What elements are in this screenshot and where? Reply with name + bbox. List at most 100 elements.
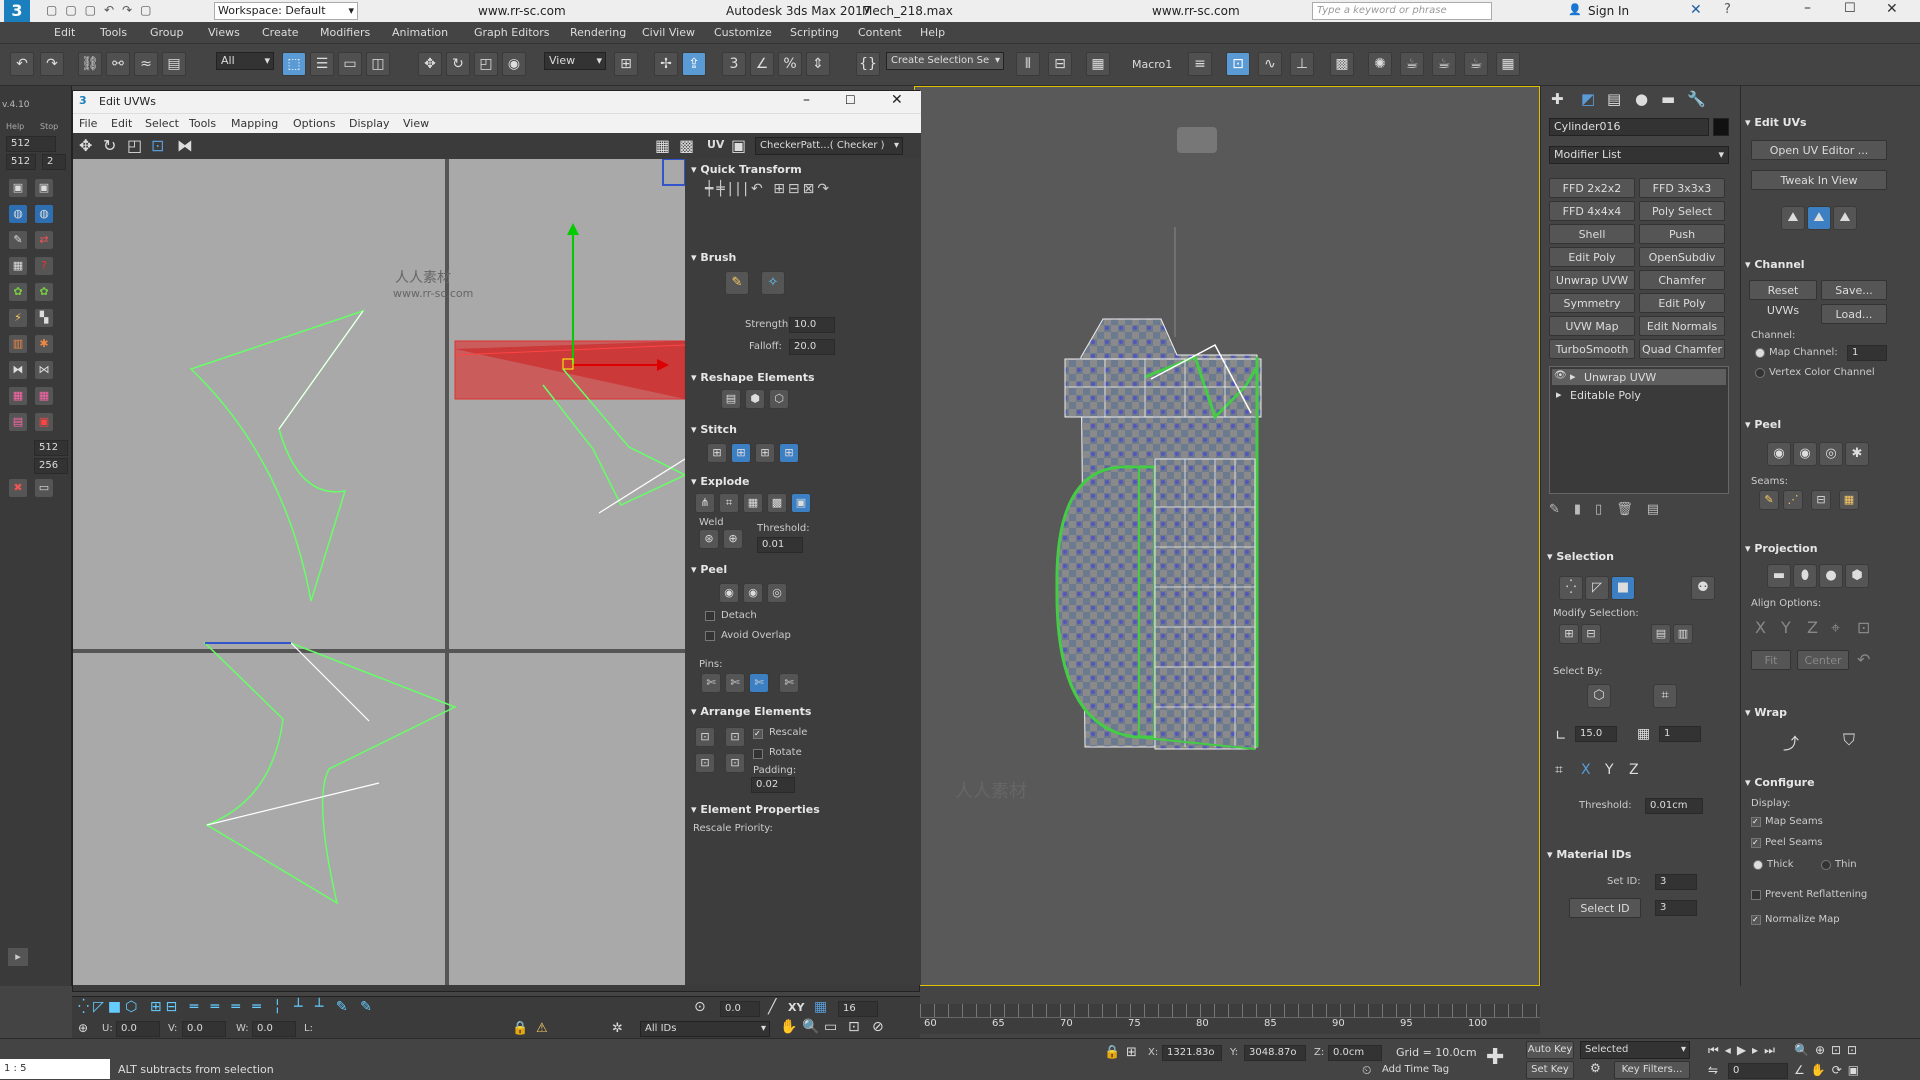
select-element-icon[interactable]: ⚉: [1691, 576, 1715, 600]
edit-named-selection-icon[interactable]: {}: [856, 52, 880, 76]
material-ids-rollout[interactable]: ▾ Material IDs: [1547, 848, 1631, 861]
texel-field[interactable]: 512: [34, 440, 68, 456]
x-axis-icon[interactable]: X: [1581, 762, 1591, 778]
uv-space-toggle[interactable]: UV: [707, 138, 724, 151]
explode-rollout[interactable]: ▾ Explode: [691, 475, 750, 488]
display-options-icon[interactable]: ✲: [612, 1021, 623, 1036]
close-icon[interactable]: ✕: [1886, 1, 1898, 17]
app-logo-icon[interactable]: 3: [4, 0, 30, 22]
render-active-icon[interactable]: ☕: [1464, 52, 1488, 76]
flatten-icon[interactable]: ▦: [743, 493, 763, 513]
absolute-mode-icon[interactable]: ⊕: [78, 1021, 88, 1035]
pelt-map-icon[interactable]: ✱: [1845, 442, 1869, 466]
peel-mode-right-icon[interactable]: ◉: [1793, 442, 1817, 466]
align-y-icon[interactable]: Y: [1781, 618, 1791, 637]
uv-menu-tools[interactable]: Tools: [189, 117, 216, 130]
symmetry-button[interactable]: Symmetry: [1549, 293, 1635, 313]
percent-snap-icon[interactable]: %: [778, 52, 802, 76]
wire-icon[interactable]: ▦: [8, 256, 28, 276]
ring-icon[interactable]: ▥: [1673, 624, 1693, 644]
point-to-point-seams-icon[interactable]: ⋰: [1783, 490, 1803, 510]
named-selection-dropdown[interactable]: Create Selection Se ▾: [886, 52, 1004, 70]
uv-menu-file[interactable]: File: [79, 117, 97, 130]
texel-field-2[interactable]: 256: [34, 458, 68, 474]
strength-field[interactable]: 10.0: [789, 317, 835, 333]
relax-cube-icon[interactable]: ⬡: [769, 389, 789, 409]
stitch-custom-icon[interactable]: ⊞: [707, 443, 727, 463]
align-icon[interactable]: ⊟: [1048, 52, 1072, 76]
timeline-track[interactable]: 60 65 70 75 80 85 90 95 100: [920, 1004, 1540, 1034]
rotate-icon[interactable]: ↻: [103, 136, 116, 155]
best-align-icon[interactable]: ⌖: [1831, 618, 1840, 638]
layer-explorer-icon[interactable]: ▦: [1086, 52, 1110, 76]
edit-uvs-rollout[interactable]: ▾ Edit UVs: [1745, 116, 1807, 129]
polygon-mode-icon[interactable]: ■: [1611, 576, 1635, 600]
uv-menu-display[interactable]: Display: [349, 117, 390, 130]
texture-size-field[interactable]: 512: [6, 136, 56, 152]
select-by-name-icon[interactable]: ☰: [310, 52, 334, 76]
uv-menu-view[interactable]: View: [403, 117, 429, 130]
stitch-source-icon[interactable]: ⊞: [731, 443, 751, 463]
key-filter-icon[interactable]: ⚙: [1590, 1061, 1601, 1075]
link-icon[interactable]: ⛓: [78, 52, 102, 76]
padding-field[interactable]: 0.02: [751, 777, 795, 793]
bind-space-warp-icon[interactable]: ≈: [134, 52, 158, 76]
menu-rendering[interactable]: Rendering: [570, 26, 626, 39]
linear-icon[interactable]: ▚: [34, 308, 54, 328]
mirror-uv-icon[interactable]: ⧓: [8, 360, 28, 380]
opensubdiv-button[interactable]: OpenSubdiv: [1639, 247, 1725, 267]
mirror-icon[interactable]: ⧓: [177, 136, 193, 155]
current-frame-field[interactable]: 0: [1728, 1063, 1788, 1079]
edge-sel-to-seams-icon[interactable]: ⊟: [1811, 490, 1831, 510]
minimize-icon[interactable]: –: [803, 92, 810, 108]
padding-field[interactable]: 2: [42, 154, 66, 170]
texture-dropdown[interactable]: CheckerPatt...( Checker ) ▾: [755, 137, 903, 155]
pack-normalize-icon[interactable]: ⊡: [695, 727, 715, 747]
uv-selection-mode-icons[interactable]: ⁛◸■⬡ ⊞⊟ ═ ═ ═ ═ ╎ ┴ ┴ ✎ ✎: [78, 999, 376, 1015]
close-icon[interactable]: ✕: [891, 92, 903, 108]
select-id-button[interactable]: Select ID: [1569, 898, 1641, 918]
align-z-icon[interactable]: Z: [1807, 618, 1818, 637]
mirror-icon[interactable]: ⫴: [1016, 52, 1040, 76]
avoid-overlap-checkbox[interactable]: [705, 631, 715, 641]
uvw-map-button[interactable]: UVW Map: [1549, 316, 1635, 336]
soft-selection-icon[interactable]: ⊙: [694, 999, 706, 1015]
eye-icon[interactable]: 👁: [1554, 370, 1567, 381]
quick-transform-rollout[interactable]: ▾ Quick Transform: [691, 163, 802, 176]
spherical-map-icon[interactable]: ●: [1819, 564, 1843, 588]
render-iterative-icon[interactable]: ☕: [1432, 52, 1456, 76]
scale-icon[interactable]: ◰: [474, 52, 498, 76]
vertex-mode-icon[interactable]: ⁛: [1559, 576, 1583, 600]
schematic-view-icon[interactable]: ∿: [1258, 52, 1282, 76]
key-filters-button[interactable]: Key Filters...: [1614, 1061, 1690, 1079]
quad-chamfer-button[interactable]: Quad Chamfer: [1639, 339, 1725, 359]
perspective-viewport[interactable]: 人人素材: [914, 86, 1540, 986]
freeform-icon[interactable]: ⊡: [151, 136, 164, 155]
poly-select-button[interactable]: Poly Select: [1639, 201, 1725, 221]
edit-seams-icon[interactable]: ✎: [1759, 490, 1779, 510]
weld-threshold-field[interactable]: 0.01: [757, 537, 803, 553]
viewport-nav-icons[interactable]: 🔍⊕⊡⊡: [1794, 1043, 1863, 1057]
map-channel-field[interactable]: 1: [1847, 345, 1887, 361]
snaps-toggle-icon[interactable]: 3: [722, 52, 746, 76]
display-tab-icon[interactable]: ▬: [1661, 90, 1675, 108]
material-editor-icon[interactable]: ⊥: [1290, 52, 1314, 76]
unfold-strip-icon[interactable]: ⛉: [1843, 730, 1855, 750]
stitch-uv-icon[interactable]: ⋈: [34, 360, 54, 380]
menu-modifiers[interactable]: Modifiers: [320, 26, 370, 39]
object-name-field[interactable]: Cylinder016: [1549, 118, 1709, 136]
edit-uv-icon[interactable]: ▣: [8, 178, 28, 198]
configure-rollout[interactable]: ▾ Configure: [1745, 776, 1815, 789]
quick-planar-icon[interactable]: ⛰: [1781, 206, 1805, 230]
align-uv-icon[interactable]: ▤: [8, 412, 28, 432]
falloff-type-icon[interactable]: ╱: [768, 999, 776, 1015]
expand-icon[interactable]: ▸: [1570, 370, 1576, 383]
reset-peel-right-icon[interactable]: ◎: [1819, 442, 1843, 466]
align-x-icon[interactable]: X: [1755, 618, 1766, 637]
search-input[interactable]: Type a keyword or phrase: [1312, 2, 1492, 20]
turbosmooth-button[interactable]: TurboSmooth: [1549, 339, 1635, 359]
edit-normals-button[interactable]: Edit Normals: [1639, 316, 1725, 336]
ffd-3x3x3-button[interactable]: FFD 3x3x3: [1639, 178, 1725, 198]
chamfer-button[interactable]: Chamfer: [1639, 270, 1725, 290]
auto-pin-icon[interactable]: ✄: [749, 673, 769, 693]
